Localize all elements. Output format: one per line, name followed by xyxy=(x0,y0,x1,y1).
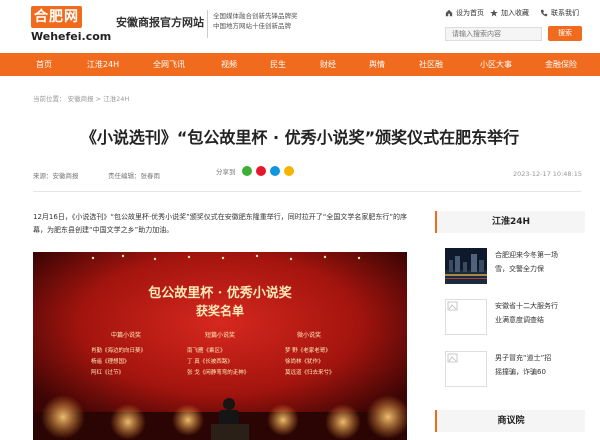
news-title-line: 业满意度调查结 xyxy=(495,316,544,324)
news-thumbnail xyxy=(445,351,487,387)
nav-item-jianghuai[interactable]: 江淮24H xyxy=(87,53,119,76)
article-title: 《小说选刊》“包公故里杯 · 优秀小说奖”颁奖仪式在肥东举行 xyxy=(80,128,520,147)
header-divider xyxy=(207,10,208,38)
site-logo[interactable]: 合肥网 Wehefei.com xyxy=(31,6,111,46)
sidebar-header-label: 商议院 xyxy=(497,416,525,426)
news-title-line: 安徽省十二大服务行 xyxy=(495,302,558,310)
nav-item-insurance[interactable]: 金融保险 xyxy=(545,53,577,76)
home-icon xyxy=(445,9,453,17)
photo-name: 徐尚林《犹作》 xyxy=(285,359,324,365)
logo-domain: Wehefei.com xyxy=(31,30,112,43)
news-title-line: 摇撞骗，诈骗60 xyxy=(495,368,546,376)
broken-image-icon xyxy=(447,353,458,363)
photo-name: 丁 真《长被西路》 xyxy=(187,359,233,365)
nav-item-finance[interactable]: 财经 xyxy=(320,53,336,76)
phone-icon xyxy=(540,9,548,17)
nav-item-home[interactable]: 首页 xyxy=(36,53,52,76)
broken-image-icon xyxy=(447,301,458,311)
photo-name: 莫远道《归去来兮》 xyxy=(285,370,335,376)
photo-name: 南飞雁《乘区》 xyxy=(187,348,226,354)
news-title-line: 雪，交警全力保 xyxy=(495,265,544,273)
article-divider xyxy=(33,191,581,192)
share-label: 分享到 xyxy=(216,168,236,176)
news-title: 安徽省十二大服务行 业满意度调查结 xyxy=(495,299,585,327)
photo-col-novella: 中篇小说奖 xyxy=(111,332,142,339)
nav-item-livelihood[interactable]: 民生 xyxy=(270,53,286,76)
photo-col-short: 短篇小说奖 xyxy=(205,332,236,339)
add-favorite-label: 加入收藏 xyxy=(501,9,529,17)
sidebar-news-item[interactable]: 安徽省十二大服务行 业满意度调查结 xyxy=(445,299,585,341)
news-title: 合肥迎来今冬第一场 雪，交警全力保 xyxy=(495,248,585,276)
photo-name: 阿红《过节》 xyxy=(91,370,125,376)
qzone-icon[interactable] xyxy=(283,166,294,176)
news-thumbnail xyxy=(445,299,487,335)
add-favorite-link[interactable]: 加入收藏 xyxy=(490,8,529,18)
sidebar-header-label: 江淮24H xyxy=(491,217,531,227)
nav-item-video[interactable]: 视频 xyxy=(221,53,237,76)
article-datetime: 2023-12-17 10:48:15 xyxy=(512,170,582,178)
article-editor: 责任编辑：张春雨 xyxy=(108,172,160,180)
qq-icon[interactable] xyxy=(269,166,280,176)
contact-us-link[interactable]: 联系我们 xyxy=(540,8,579,18)
slogan-line-1: 全国媒体融合创新先锋品牌奖 xyxy=(213,12,298,20)
sidebar-news-item[interactable]: 男子冒充“道士”招 摇撞骗，诈骗60 xyxy=(445,351,585,393)
breadcrumb: 当前位置： 安徽商报 > 江淮24H xyxy=(33,95,130,103)
set-home-label: 设为首页 xyxy=(456,9,484,17)
slogan-line-2: 中国地方网站十佳创新品牌 xyxy=(213,22,291,30)
news-title: 男子冒充“道士”招 摇撞骗，诈骗60 xyxy=(495,351,585,379)
nav-item-neighborhood[interactable]: 小区大事 xyxy=(480,53,512,76)
photo-name: 肖勤《海边的向日葵》 xyxy=(91,348,147,354)
nav-item-news[interactable]: 全网飞讯 xyxy=(153,53,185,76)
photo-list-novella: 肖勤《海边的向日葵》 杨遥《理想国》 阿红《过节》 xyxy=(91,346,146,379)
article-paragraph: 12月16日，《小说选刊》“包公故里杯·优秀小说奖”颁奖仪式在安徽肥东隆重举行，… xyxy=(33,213,408,234)
logo-mark: 合肥网 xyxy=(31,6,82,28)
article-source: 来源：安徽商报 xyxy=(33,172,79,180)
main-nav: 首页 江淮24H 全网飞讯 视频 民生 财经 舆情 社区融 小区大事 金融保险 xyxy=(0,53,600,76)
sidebar-header-discussion[interactable]: 商议院 xyxy=(435,410,585,432)
photo-list-micro: 梦 野《老家老哥》 徐尚林《犹作》 莫远道《归去来兮》 xyxy=(285,346,335,379)
search-button[interactable]: 搜索 xyxy=(548,26,582,41)
photo-name: 杨遥《理想国》 xyxy=(91,359,130,365)
news-thumbnail xyxy=(445,248,487,284)
photo-list-short: 南飞雁《乘区》 丁 真《长被西路》 张 戈《闲静弯弯的走神》 xyxy=(187,346,249,379)
sidebar-header-jianghuai[interactable]: 江淮24H xyxy=(435,211,585,233)
share-bar: 分享到 xyxy=(216,166,294,176)
search-input[interactable] xyxy=(445,27,542,41)
sidebar-news-item[interactable]: 合肥迎来今冬第一场 雪，交警全力保 xyxy=(445,248,585,290)
news-title-line: 男子冒充“道士”招 xyxy=(495,354,552,362)
photo-name: 梦 野《老家老哥》 xyxy=(285,348,331,354)
site-header: 合肥网 Wehefei.com 安徽商报官方网站 全国媒体融合创新先锋品牌奖 中… xyxy=(0,0,600,52)
photo-name: 张 戈《闲静弯弯的走神》 xyxy=(187,370,250,376)
header-slogan: 全国媒体融合创新先锋品牌奖 中国地方网站十佳创新品牌 xyxy=(213,11,298,31)
set-home-link[interactable]: 设为首页 xyxy=(445,8,484,18)
star-icon xyxy=(490,9,498,17)
contact-us-label: 联系我们 xyxy=(551,9,579,17)
photo-col-micro: 微小说奖 xyxy=(297,332,322,339)
weibo-icon[interactable] xyxy=(255,166,266,176)
photo-banner-title: 包公故里杯 · 优秀小说奖 xyxy=(148,286,292,301)
news-title-line: 合肥迎来今冬第一场 xyxy=(495,251,558,259)
night-city-image xyxy=(445,248,487,284)
nav-item-community[interactable]: 社区融 xyxy=(419,53,443,76)
wechat-icon[interactable] xyxy=(241,166,252,176)
photo-banner-subtitle: 获奖名单 xyxy=(195,304,244,318)
nav-item-public-opinion[interactable]: 舆情 xyxy=(369,53,385,76)
article-photo: 包公故里杯 · 优秀小说奖 获奖名单 中篇小说奖 短篇小说奖 微小说奖 肖勤《海… xyxy=(33,252,407,440)
site-name: 安徽商报官方网站 xyxy=(116,16,204,29)
